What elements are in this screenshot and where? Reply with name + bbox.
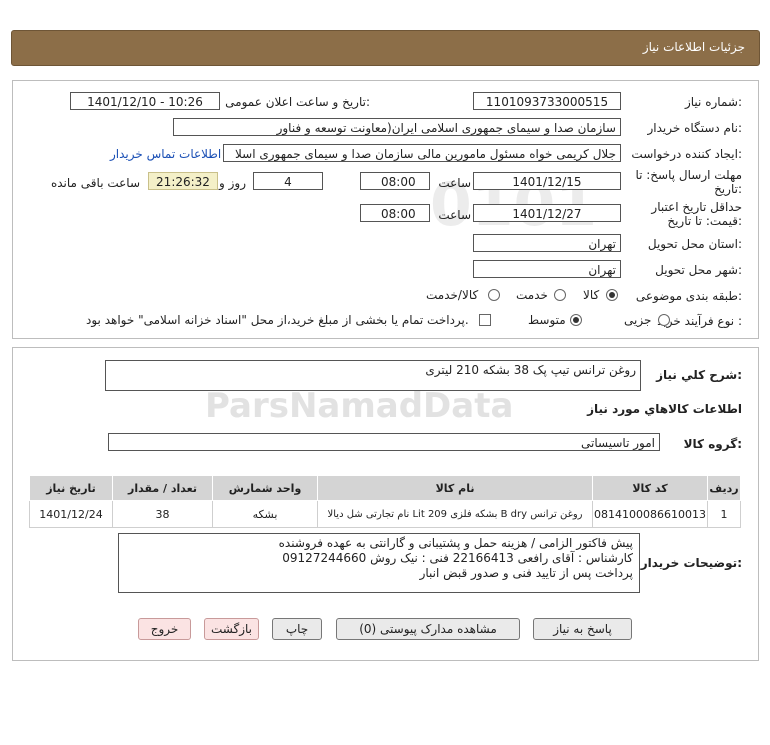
- buyer-notes-line-3: پرداخت پس از تایید فنی و صدور قبض انبار: [419, 566, 633, 580]
- summary-field: روغن ترانس تیپ پک 38 بشکه 210 لیتری: [105, 360, 641, 391]
- goods-group-label: گروه کالا:: [683, 437, 742, 451]
- cell-code: 0814100086610013: [592, 500, 708, 528]
- reply-deadline-label: مهلت ارسال پاسخ: تا: [635, 168, 742, 182]
- category-radio-service[interactable]: [554, 289, 566, 301]
- remaining-time-field: 21:26:32: [148, 172, 218, 190]
- buyer-notes-line-1: پیش فاکتور الزامی / هزینه حمل و پشتیبانی…: [278, 536, 633, 550]
- buyer-notes-label: توضیحات خریدار:: [640, 556, 742, 570]
- delivery-city-label: شهر محل تحویل:: [655, 263, 742, 277]
- goods-group-field: امور تاسیساتی: [108, 433, 660, 451]
- reply-time-label: ساعت: [438, 176, 471, 190]
- reply-deadline-label-2: تاریخ:: [714, 182, 742, 196]
- reply-date-field: 1401/12/15: [473, 172, 621, 190]
- price-validity-time-label: ساعت: [438, 208, 471, 222]
- col-date: تاریخ نیاز: [28, 475, 114, 501]
- category-option-goods-service: کالا/خدمت: [426, 288, 479, 302]
- exit-button[interactable]: خروج: [138, 618, 191, 640]
- col-qty: تعداد / مقدار: [112, 475, 214, 501]
- buyer-org-field: سازمان صدا و سیمای جمهوری اسلامی ایران(م…: [173, 118, 621, 136]
- buyer-org-label: نام دستگاه خریدار:: [647, 121, 743, 135]
- page-header: جزئیات اطلاعات نیاز: [11, 30, 760, 66]
- category-radio-goods[interactable]: [606, 289, 618, 301]
- remaining-label: ساعت باقی مانده: [50, 176, 140, 190]
- requester-label: ایجاد کننده درخواست:: [631, 147, 742, 161]
- buyer-notes-line-2: کارشناس : آقای رافعی 22166413 فنی : نیک …: [282, 551, 633, 565]
- price-validity-label: حداقل تاریخ اعتبار: [651, 200, 742, 214]
- cell-unit: بشکه: [212, 500, 319, 528]
- price-validity-date-field: 1401/12/27: [473, 204, 621, 222]
- days-label: روز و: [219, 176, 246, 190]
- announce-datetime-label: تاریخ و ساعت اعلان عمومی:: [225, 95, 370, 109]
- requester-field: جلال کریمی خواه مسئول مامورین مالی سازما…: [223, 144, 621, 162]
- col-row: ردیف: [707, 475, 741, 501]
- process-option-medium: متوسط: [528, 313, 566, 327]
- category-option-service: خدمت: [516, 288, 548, 302]
- table-row: 1 0814100086610013 روغن ترانس B dry بشکه…: [28, 500, 741, 528]
- summary-label: شرح کلي نياز:: [656, 368, 742, 382]
- cell-date: 1401/12/24: [28, 500, 114, 528]
- reply-button[interactable]: پاسخ به نیاز: [533, 618, 632, 640]
- goods-table-header: ردیف کد کالا نام کالا واحد شمارش تعداد /…: [28, 475, 741, 501]
- attachments-button[interactable]: مشاهده مدارک پیوستی (0): [336, 618, 520, 640]
- col-unit: واحد شمارش: [212, 475, 319, 501]
- goods-info-title: اطلاعات کالاهاي مورد نياز: [587, 402, 742, 416]
- need-number-label: شماره نیاز:: [684, 95, 742, 109]
- buyer-notes-field: پیش فاکتور الزامی / هزینه حمل و پشتیبانی…: [118, 533, 640, 593]
- cell-row: 1: [707, 500, 741, 528]
- category-label: طبقه بندی موضوعی:: [635, 289, 742, 303]
- print-button[interactable]: چاپ: [272, 618, 322, 640]
- reply-time-field: 08:00: [360, 172, 430, 190]
- delivery-province-label: استان محل تحویل:: [647, 237, 742, 251]
- cell-name: روغن ترانس B dry بشکه فلزی 209 Lit نام ت…: [317, 500, 594, 528]
- buyer-contact-link[interactable]: اطلاعات تماس خریدار: [110, 147, 221, 161]
- announce-datetime-field: 1401/12/10 - 10:26: [70, 92, 220, 110]
- price-validity-time-field: 08:00: [360, 204, 430, 222]
- col-name: نام کالا: [317, 475, 594, 501]
- process-radio-minor[interactable]: [658, 314, 670, 326]
- treasury-payment-note: پرداخت تمام یا بخشی از مبلغ خرید،از محل …: [86, 313, 469, 327]
- delivery-province-field: تهران: [473, 234, 621, 252]
- cell-qty: 38: [112, 500, 214, 528]
- process-option-minor: جزیی: [624, 313, 652, 327]
- page-title: جزئیات اطلاعات نیاز: [642, 40, 745, 54]
- need-number-field: 1101093733000515: [473, 92, 621, 110]
- category-radio-goods-service[interactable]: [488, 289, 500, 301]
- treasury-payment-checkbox[interactable]: [479, 314, 491, 326]
- back-button[interactable]: بازگشت: [204, 618, 259, 640]
- col-code: کد کالا: [592, 475, 708, 501]
- goods-table: ردیف کد کالا نام کالا واحد شمارش تعداد /…: [28, 475, 741, 528]
- days-field: 4: [253, 172, 323, 190]
- delivery-city-field: تهران: [473, 260, 621, 278]
- price-validity-label-2: قیمت: تا تاریخ:: [667, 214, 742, 228]
- category-option-goods: کالا: [583, 288, 600, 302]
- process-radio-medium[interactable]: [570, 314, 582, 326]
